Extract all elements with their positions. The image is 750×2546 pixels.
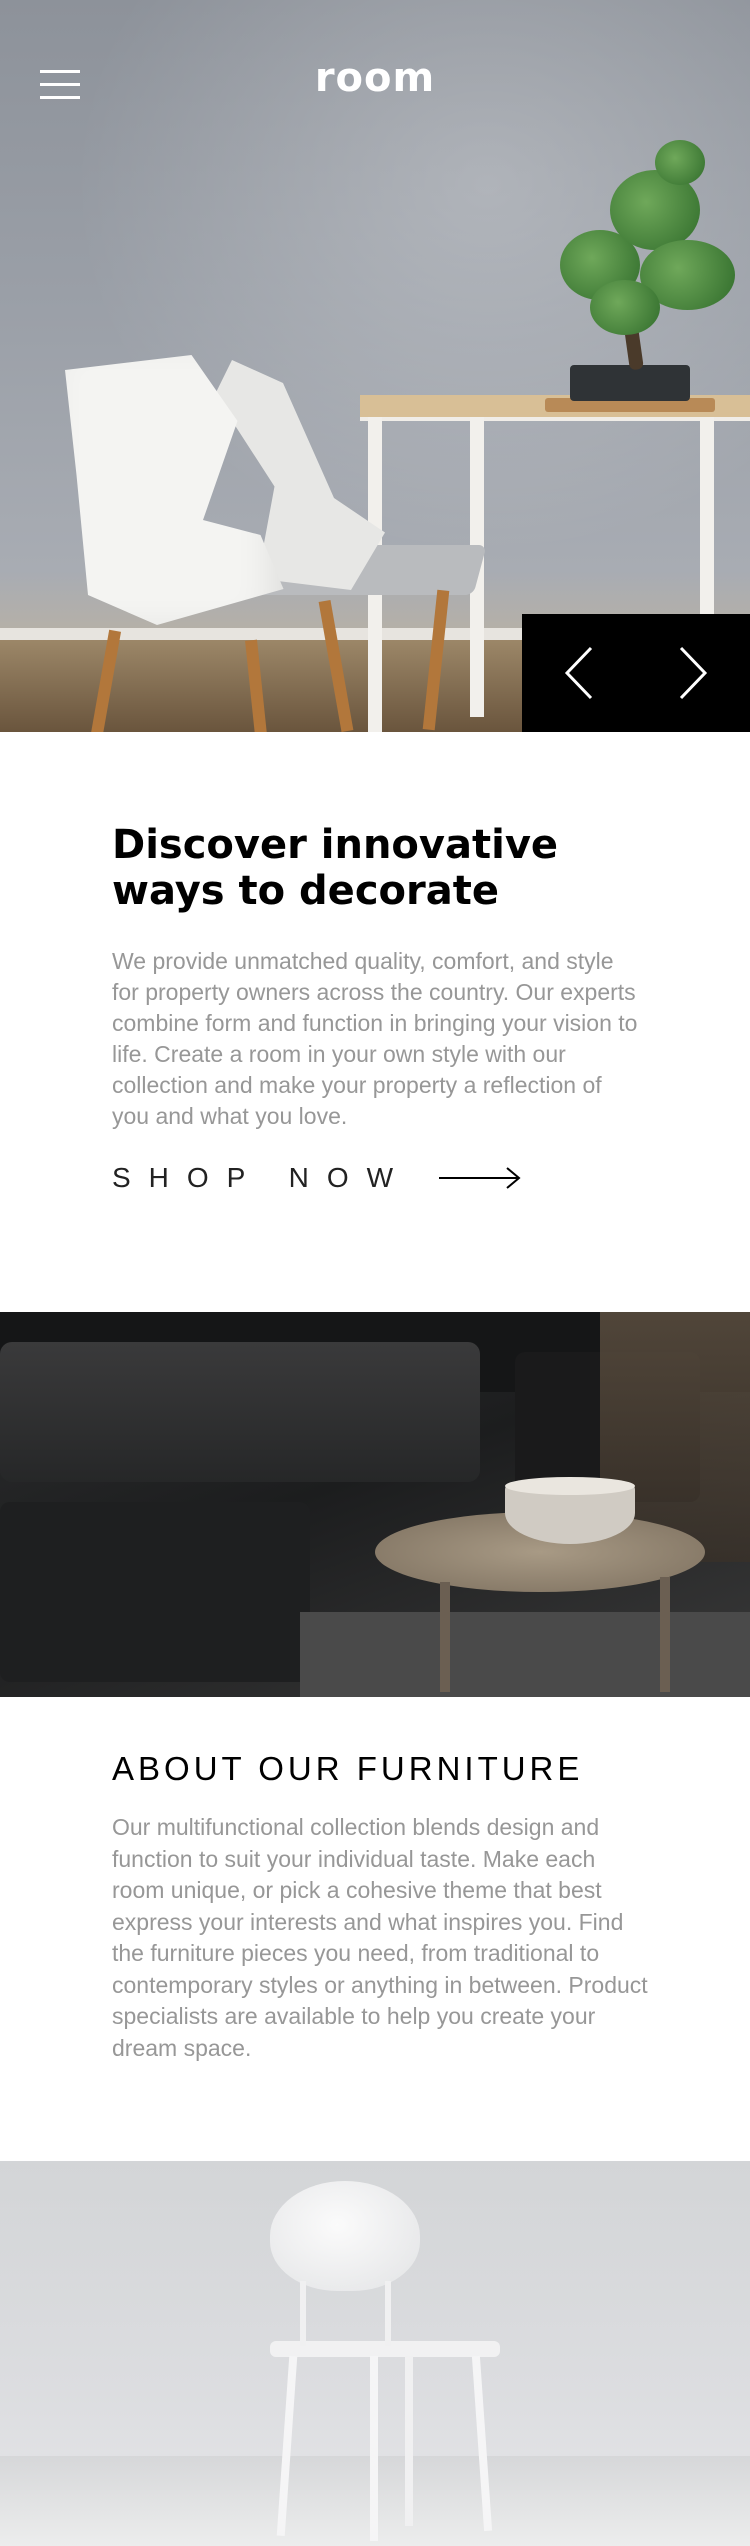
about-section: ABOUT OUR FURNITURE Our multifunctional … bbox=[112, 1750, 652, 2064]
chevron-right-icon bbox=[679, 646, 708, 700]
logo[interactable]: room bbox=[0, 55, 750, 101]
about-title: ABOUT OUR FURNITURE bbox=[112, 1750, 584, 1787]
hero-table-leg bbox=[700, 417, 714, 617]
slider-controls bbox=[522, 614, 750, 732]
intro-section: Discover innovative ways to decorate We … bbox=[0, 732, 750, 1194]
intro-title: Discover innovative ways to decorate bbox=[112, 822, 559, 914]
shop-now-label: SHOP NOW bbox=[112, 1162, 412, 1193]
top-nav: room bbox=[0, 0, 750, 170]
white-chair-image bbox=[0, 2161, 750, 2546]
chevron-left-icon bbox=[564, 646, 593, 700]
arrow-right-icon bbox=[439, 1167, 521, 1189]
bonsai-foliage bbox=[590, 280, 660, 335]
bonsai-pot bbox=[570, 365, 690, 401]
hero-slider: room bbox=[0, 0, 750, 732]
about-body: Our multifunctional collection blends de… bbox=[112, 1814, 648, 2061]
slider-prev-button[interactable] bbox=[522, 614, 636, 732]
dark-interior-image bbox=[0, 1312, 750, 1697]
shop-now-link[interactable]: SHOP NOW bbox=[112, 1162, 638, 1194]
slider-next-button[interactable] bbox=[636, 614, 750, 732]
intro-body: We provide unmatched quality, comfort, a… bbox=[112, 948, 638, 1129]
